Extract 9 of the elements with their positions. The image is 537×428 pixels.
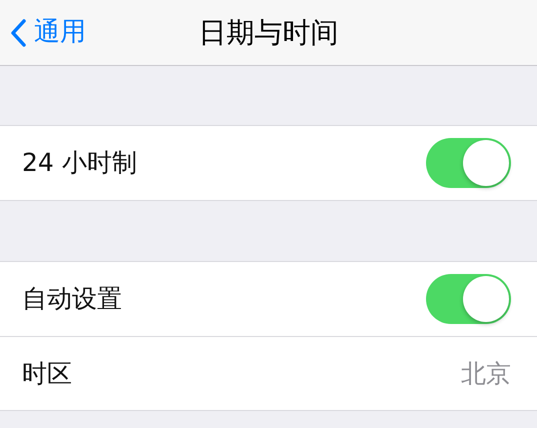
setting-label: 时区 [22, 358, 72, 390]
setting-label: 自动设置 [22, 283, 122, 316]
setting-value: 北京 [461, 358, 511, 390]
setting-label: 24 小时制 [22, 147, 137, 180]
back-button[interactable]: 通用 [0, 0, 86, 66]
toggle-switch[interactable] [426, 274, 511, 324]
back-chevron-icon [10, 18, 26, 46]
screen-title: 日期与时间 [198, 14, 338, 50]
toggle-switch[interactable] [426, 138, 511, 188]
